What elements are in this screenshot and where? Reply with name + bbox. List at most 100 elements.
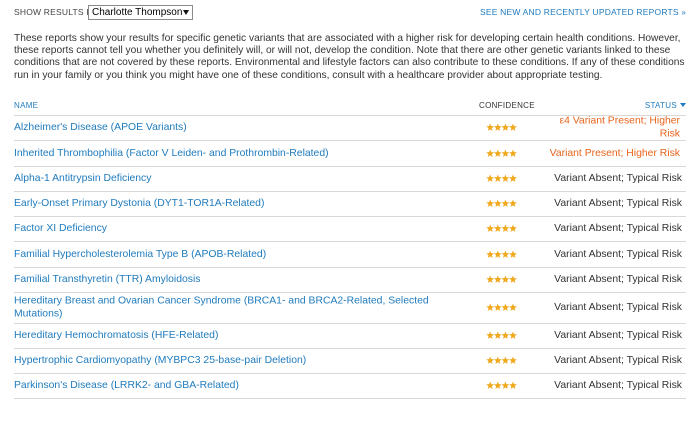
status-text: Variant Absent; Typical Risk [554, 222, 682, 234]
star-icon [486, 275, 495, 283]
star-icon [486, 356, 495, 364]
star-icon [486, 149, 495, 157]
confidence-stars [486, 224, 526, 234]
star-icon [486, 224, 495, 232]
report-link[interactable]: Hereditary Hemochromatosis (HFE-Related) [14, 330, 434, 343]
see-new-reports-link[interactable]: SEE NEW AND RECENTLY UPDATED REPORTS » [480, 7, 686, 17]
star-icon [486, 174, 495, 182]
confidence-stars [486, 250, 526, 260]
confidence-stars [486, 275, 526, 285]
table-row: Hypertrophic Cardiomyopathy (MYBPC3 25-b… [14, 349, 686, 374]
double-chevron-right-icon: » [681, 8, 686, 17]
status-text: Variant Absent; Typical Risk [554, 197, 682, 209]
star-icon [509, 199, 517, 207]
table-header: NAME CONFIDENCE STATUS [14, 101, 686, 113]
confidence-stars [486, 331, 526, 341]
star-icon [509, 250, 517, 258]
status-text: Variant Absent; Typical Risk [554, 301, 682, 313]
person-select-value: Charlotte Thompson [92, 7, 183, 18]
status-text: Variant Absent; Typical Risk [554, 354, 682, 366]
confidence-stars [486, 149, 526, 159]
star-icon [509, 174, 517, 182]
star-icon [493, 199, 502, 207]
column-header-status[interactable]: STATUS [645, 101, 686, 110]
star-icon [509, 331, 517, 339]
star-icon [501, 250, 510, 258]
status-text: Variant Absent; Typical Risk [554, 248, 682, 260]
star-icon [501, 224, 510, 232]
star-icon [486, 381, 495, 389]
table-row: Factor XI Deficiency Variant Absent; Typ… [14, 217, 686, 242]
person-select[interactable]: Charlotte Thompson [88, 5, 193, 20]
table-row: Early-Onset Primary Dystonia (DYT1-TOR1A… [14, 192, 686, 217]
star-icon [493, 381, 502, 389]
report-link[interactable]: Alpha-1 Antitrypsin Deficiency [14, 173, 434, 186]
star-icon [493, 356, 502, 364]
table-row: Alpha-1 Antitrypsin Deficiency Variant A… [14, 167, 686, 192]
confidence-stars [486, 303, 526, 313]
star-icon [486, 331, 495, 339]
column-header-name[interactable]: NAME [14, 101, 38, 110]
intro-paragraph: These reports show your results for spec… [14, 33, 685, 81]
star-icon [509, 303, 517, 311]
report-link[interactable]: Hereditary Breast and Ovarian Cancer Syn… [14, 296, 434, 321]
star-icon [493, 250, 502, 258]
star-icon [509, 275, 517, 283]
report-link[interactable]: Alzheimer's Disease (APOE Variants) [14, 122, 434, 135]
confidence-stars [486, 199, 526, 209]
star-icon [501, 149, 510, 157]
star-icon [493, 174, 502, 182]
confidence-stars [486, 123, 526, 133]
star-icon [501, 123, 510, 131]
table-row: Hereditary Breast and Ovarian Cancer Syn… [14, 293, 686, 324]
star-icon [493, 224, 502, 232]
see-new-reports-label: SEE NEW AND RECENTLY UPDATED REPORTS [479, 7, 679, 17]
star-icon [501, 356, 510, 364]
table-row: Hereditary Hemochromatosis (HFE-Related)… [14, 324, 686, 349]
confidence-stars [486, 174, 526, 184]
report-link[interactable]: Early-Onset Primary Dystonia (DYT1-TOR1A… [14, 198, 434, 211]
star-icon [486, 303, 495, 311]
report-link[interactable]: Familial Hypercholesterolemia Type B (AP… [14, 248, 434, 261]
star-icon [501, 199, 510, 207]
report-link[interactable]: Parkinson's Disease (LRRK2- and GBA-Rela… [14, 380, 434, 393]
star-icon [509, 224, 517, 232]
sort-descending-icon [680, 103, 686, 107]
status-text: Variant Absent; Typical Risk [554, 379, 682, 391]
column-header-confidence: CONFIDENCE [479, 101, 535, 110]
star-icon [509, 381, 517, 389]
star-icon [486, 199, 495, 207]
star-icon [493, 123, 502, 131]
status-text: Variant Absent; Typical Risk [554, 329, 682, 341]
star-icon [501, 303, 510, 311]
star-icon [486, 123, 495, 131]
star-icon [501, 174, 510, 182]
star-icon [493, 331, 502, 339]
table-row: Parkinson's Disease (LRRK2- and GBA-Rela… [14, 374, 686, 399]
report-link[interactable]: Familial Transthyretin (TTR) Amyloidosis [14, 274, 434, 287]
confidence-stars [486, 381, 526, 391]
reports-table: Alzheimer's Disease (APOE Variants) ε4 V… [14, 115, 686, 399]
report-link[interactable]: Factor XI Deficiency [14, 223, 434, 236]
confidence-stars [486, 356, 526, 366]
star-icon [501, 275, 510, 283]
star-icon [509, 149, 517, 157]
star-icon [501, 331, 510, 339]
star-icon [501, 381, 510, 389]
report-link[interactable]: Inherited Thrombophilia (Factor V Leiden… [14, 147, 434, 160]
column-header-status-label: STATUS [644, 101, 677, 110]
star-icon [509, 356, 517, 364]
results-toolbar: SHOW RESULTS FOR Charlotte Thompson SEE … [14, 5, 686, 20]
star-icon [486, 250, 495, 258]
status-text: ε4 Variant Present; Higher Risk [559, 115, 680, 140]
star-icon [493, 149, 502, 157]
status-text: Variant Absent; Typical Risk [554, 273, 682, 285]
status-text: Variant Present; Higher Risk [549, 147, 680, 159]
star-icon [509, 123, 517, 131]
star-icon [493, 275, 502, 283]
table-row: Familial Transthyretin (TTR) Amyloidosis… [14, 268, 686, 293]
chevron-down-icon [183, 10, 189, 15]
table-row: Familial Hypercholesterolemia Type B (AP… [14, 242, 686, 268]
status-text: Variant Absent; Typical Risk [554, 172, 682, 184]
report-link[interactable]: Hypertrophic Cardiomyopathy (MYBPC3 25-b… [14, 355, 434, 368]
